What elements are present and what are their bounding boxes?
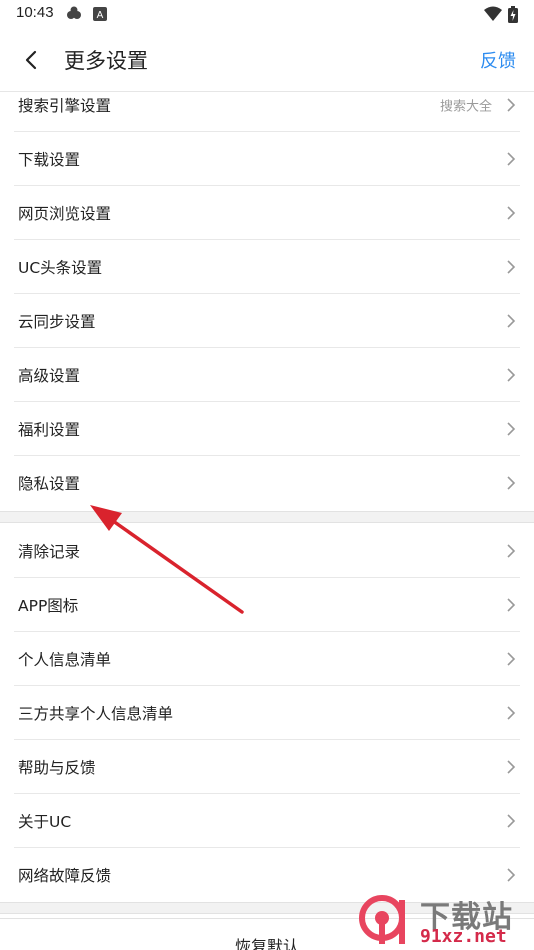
settings-item-label: 个人信息清单 — [18, 651, 112, 669]
settings-item-label: 帮助与反馈 — [18, 759, 96, 777]
settings-item-cloud-sync[interactable]: 云同步设置 — [0, 294, 534, 348]
wifi-icon — [484, 6, 502, 26]
chevron-right-icon — [507, 760, 516, 774]
chevron-right-icon — [507, 314, 516, 328]
settings-item-welfare[interactable]: 福利设置 — [0, 402, 534, 456]
watermark: 下载站 91xz.net — [354, 890, 534, 950]
chevron-right-icon — [507, 368, 516, 382]
settings-item-label: 隐私设置 — [18, 475, 81, 493]
settings-item-personal-info-list[interactable]: 个人信息清单 — [0, 632, 534, 686]
notification-a-icon: A — [93, 6, 107, 25]
chevron-right-icon — [507, 98, 516, 112]
settings-item-clear-history[interactable]: 清除记录 — [0, 524, 534, 578]
settings-item-label: 高级设置 — [18, 367, 81, 385]
page-title: 更多设置 — [64, 49, 148, 73]
svg-text:A: A — [97, 10, 104, 21]
status-time: 10:43 — [16, 4, 54, 21]
chevron-right-icon — [507, 814, 516, 828]
settings-item-uc-headlines[interactable]: UC头条设置 — [0, 240, 534, 294]
back-arrow-icon — [25, 50, 37, 70]
settings-item-privacy[interactable]: 隐私设置 — [0, 456, 534, 510]
settings-item-label: UC头条设置 — [18, 259, 103, 277]
battery-icon — [508, 6, 518, 27]
settings-item-third-party-sharing[interactable]: 三方共享个人信息清单 — [0, 686, 534, 740]
settings-item-advanced[interactable]: 高级设置 — [0, 348, 534, 402]
status-bar: 10:43 A — [0, 0, 534, 28]
watermark-url: 91xz.net — [420, 926, 507, 947]
back-button[interactable] — [18, 46, 46, 74]
settings-item-app-icon[interactable]: APP图标 — [0, 578, 534, 632]
settings-item-label: 下载设置 — [18, 151, 81, 169]
chevron-right-icon — [507, 422, 516, 436]
settings-item-browsing[interactable]: 网页浏览设置 — [0, 186, 534, 240]
settings-group-1: 搜索引擎设置 搜索大全 下载设置 网页浏览设置 UC头条设置 云同步设置 高级设… — [0, 78, 534, 510]
settings-item-about-uc[interactable]: 关于UC — [0, 794, 534, 848]
settings-item-label: 三方共享个人信息清单 — [18, 705, 174, 723]
watermark-logo-icon — [359, 895, 405, 944]
settings-item-label: 关于UC — [18, 813, 72, 831]
chevron-right-icon — [507, 206, 516, 220]
section-separator — [0, 511, 534, 523]
settings-item-label: 福利设置 — [18, 421, 81, 439]
settings-item-help-feedback[interactable]: 帮助与反馈 — [0, 740, 534, 794]
chevron-right-icon — [507, 868, 516, 882]
chevron-right-icon — [507, 152, 516, 166]
settings-item-label: 搜索引擎设置 — [18, 97, 112, 115]
notification-app-icon — [66, 6, 82, 26]
settings-item-label: APP图标 — [18, 597, 79, 615]
settings-group-2: 清除记录 APP图标 个人信息清单 三方共享个人信息清单 帮助与反馈 关于UC … — [0, 524, 534, 902]
settings-item-label: 网络故障反馈 — [18, 867, 112, 885]
chevron-right-icon — [507, 544, 516, 558]
feedback-button[interactable]: 反馈 — [480, 47, 516, 73]
chevron-right-icon — [507, 260, 516, 274]
settings-item-label: 网页浏览设置 — [18, 205, 112, 223]
settings-item-value: 搜索大全 — [439, 99, 492, 115]
settings-item-download[interactable]: 下载设置 — [0, 132, 534, 186]
chevron-right-icon — [507, 598, 516, 612]
settings-item-search-engine[interactable]: 搜索引擎设置 搜索大全 — [0, 78, 534, 132]
settings-item-label: 云同步设置 — [18, 313, 96, 331]
chevron-right-icon — [507, 706, 516, 720]
settings-item-label: 清除记录 — [18, 543, 81, 561]
chevron-right-icon — [507, 652, 516, 666]
chevron-right-icon — [507, 476, 516, 490]
